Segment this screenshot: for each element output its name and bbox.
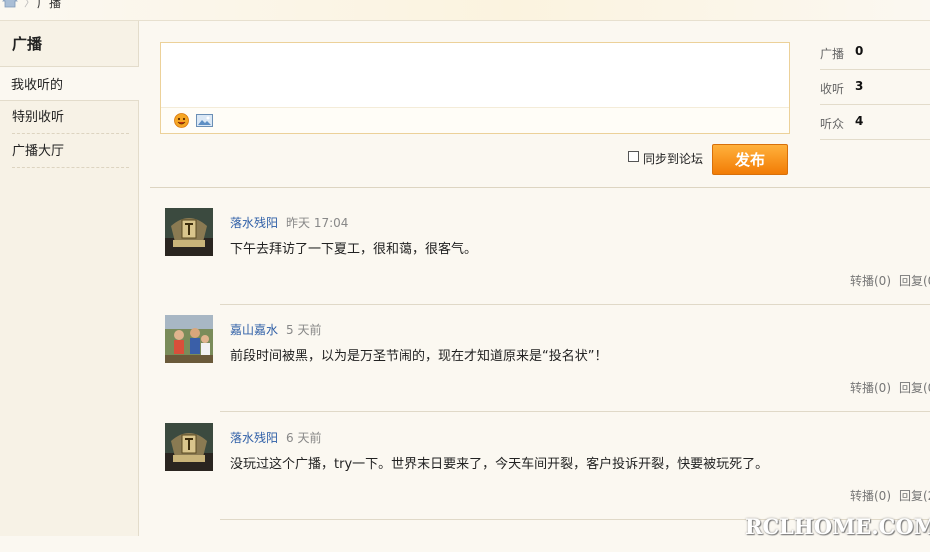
stat-label: 听众 — [820, 117, 845, 131]
sidebar-item-special-follow[interactable]: 特别收听 — [12, 100, 129, 134]
post-text: 前段时间被黑，以为是万圣节闹的，现在才知道原来是“投名状”！ — [230, 349, 608, 364]
avatar[interactable] — [165, 315, 213, 363]
post-time: 5 天前 — [286, 323, 322, 337]
publish-button[interactable]: 发布 — [712, 144, 788, 175]
post-author[interactable]: 落水残阳 — [230, 429, 278, 446]
breadcrumb: 〉 广播 — [0, 0, 930, 21]
image-icon[interactable] — [196, 114, 213, 127]
sidebar: 广播 我收听的 特别收听 广播大厅 — [0, 21, 139, 536]
sidebar-item-label: 广播大厅 — [12, 144, 65, 159]
sidebar-item-broadcast-hall[interactable]: 广播大厅 — [12, 134, 129, 168]
stat-value: 0 — [855, 44, 864, 58]
post-author[interactable]: 落水残阳 — [230, 214, 278, 231]
sidebar-title: 广播 — [12, 35, 43, 53]
emoji-icon[interactable] — [174, 113, 189, 128]
feed-item: 嘉山嘉水 5 天前 前段时间被黑，以为是万圣节闹的，现在才知道原来是“投名状”！… — [150, 295, 930, 412]
stat-value: 3 — [855, 79, 864, 93]
forward-link[interactable]: 转播(0) — [850, 272, 891, 289]
feed-item: 落水残阳 6 天前 没玩过这个广播，try一下。世界末日要来了，今天车间开裂，客… — [150, 403, 930, 520]
post-text: 没玩过这个广播，try一下。世界末日要来了，今天车间开裂，客户投诉开裂，快要被玩… — [230, 457, 769, 472]
broadcast-composer[interactable] — [160, 42, 790, 134]
post-time: 6 天前 — [286, 431, 322, 445]
sync-to-forum-label[interactable]: 同步到论坛 — [643, 150, 703, 167]
stat-label: 收听 — [820, 82, 845, 96]
post-time: 昨天 17:04 — [286, 216, 349, 230]
feed-item: 落水残阳 昨天 17:04 下午去拜访了一下夏工，很和蔼，很客气。 转播(0) … — [150, 188, 930, 305]
stat-label: 广播 — [820, 47, 845, 61]
stat-followers[interactable]: 听众 4 — [820, 105, 930, 140]
sync-to-forum-checkbox[interactable] — [628, 151, 639, 162]
avatar[interactable] — [165, 423, 213, 471]
breadcrumb-current: 广播 — [37, 0, 62, 10]
post-author[interactable]: 嘉山嘉水 — [230, 321, 278, 338]
sidebar-item-label: 特别收听 — [12, 110, 65, 125]
composer-textarea[interactable] — [161, 43, 789, 107]
reply-link[interactable]: 回复(0) — [899, 272, 930, 289]
composer-toolbar — [161, 107, 789, 133]
forward-link[interactable]: 转播(0) — [850, 487, 891, 504]
forward-link[interactable]: 转播(0) — [850, 379, 891, 396]
sidebar-item-label: 我收听的 — [11, 78, 64, 93]
post-text: 下午去拜访了一下夏工，很和蔼，很客气。 — [230, 242, 478, 257]
avatar[interactable] — [165, 208, 213, 256]
stat-broadcasts[interactable]: 广播 0 — [820, 35, 930, 70]
home-icon[interactable] — [2, 0, 18, 8]
breadcrumb-separator: 〉 — [24, 0, 35, 9]
sidebar-item-following[interactable]: 我收听的 — [0, 66, 139, 101]
reply-link[interactable]: 回复(0) — [899, 379, 930, 396]
reply-link[interactable]: 回复(2) — [899, 487, 930, 504]
stat-value: 4 — [855, 114, 864, 128]
watermark: RCLHOME.COM — [745, 514, 930, 539]
stat-following[interactable]: 收听 3 — [820, 70, 930, 105]
